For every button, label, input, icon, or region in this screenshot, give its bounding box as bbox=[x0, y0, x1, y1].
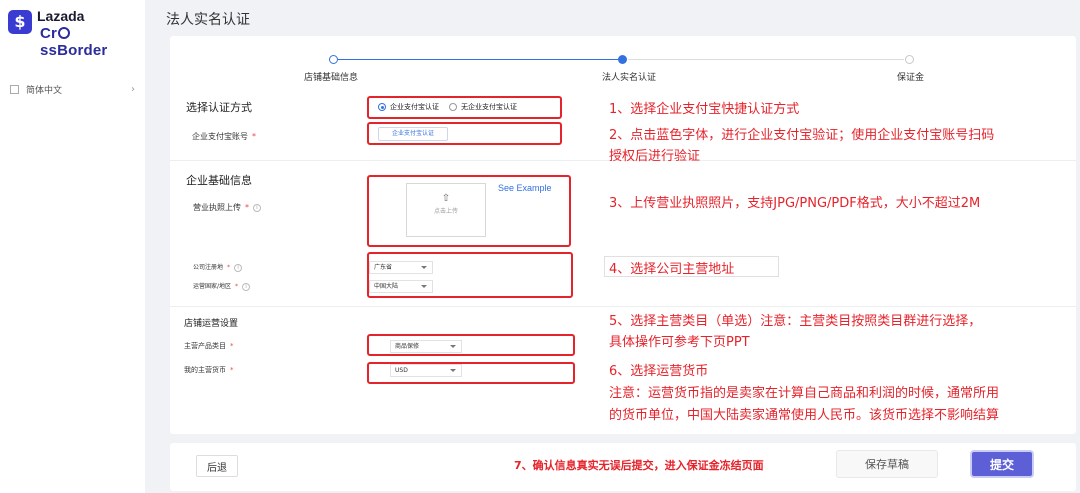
annotation-2-line2: 授权后进行验证 bbox=[609, 149, 701, 164]
language-icon bbox=[10, 84, 19, 94]
info-icon: i bbox=[242, 282, 251, 291]
license-upload-label: 营业执照上传 * i bbox=[193, 202, 261, 213]
auth-section-title: 选择认证方式 bbox=[186, 101, 252, 114]
alipay-account-label: 企业支付宝账号 * bbox=[192, 132, 256, 141]
progress-stepper: 店铺基础信息 法人实名认证 保证金 bbox=[170, 52, 1076, 88]
annotation-5-line1: 5、选择主营类目（单选）注意：主营类目按照类目群进行选择， bbox=[609, 314, 982, 329]
save-draft-button[interactable]: 保存草稿 bbox=[836, 450, 938, 478]
step-label-deposit: 保证金 bbox=[897, 73, 925, 83]
lazada-badge-icon: $ bbox=[8, 10, 32, 34]
highlight-box-2 bbox=[367, 122, 562, 145]
annotation-7: 7、确认信息真实无误后提交，进入保证金冻结页面 bbox=[514, 459, 764, 472]
step-dot-current bbox=[618, 55, 627, 64]
annotation-3: 3、上传营业执照照片，支持JPG/PNG/PDF格式，大小不超过2M bbox=[609, 196, 981, 211]
annotation-1: 1、选择企业支付宝快捷认证方式 bbox=[609, 102, 800, 117]
info-icon: i bbox=[253, 203, 261, 212]
sidebar-item-language[interactable]: 简体中文 › bbox=[10, 80, 135, 98]
step-dot-pending bbox=[905, 55, 914, 64]
sidebar-item-label: 简体中文 bbox=[26, 85, 63, 96]
annotation-6-line3: 的货币单位，中国大陆卖家通常使用人民币。该货币选择不影响结算 bbox=[609, 408, 1000, 423]
info-icon: i bbox=[234, 263, 243, 272]
step-dot-done bbox=[329, 55, 338, 64]
highlight-box-1 bbox=[367, 96, 562, 119]
highlight-box-3 bbox=[367, 175, 571, 247]
highlight-box-4 bbox=[367, 252, 573, 298]
company-section-title: 企业基础信息 bbox=[186, 174, 252, 187]
divider bbox=[170, 306, 1076, 307]
currency-label: 我的主营货币 * bbox=[184, 366, 234, 374]
logo-sub-text: CrssBorder bbox=[40, 25, 108, 59]
submit-button[interactable]: 提交 bbox=[970, 450, 1034, 478]
lazada-crossborder-logo[interactable]: $ Lazada CrssBorder bbox=[8, 8, 138, 59]
op-region-label: 运营国家/地区 * i bbox=[193, 281, 251, 291]
step-connector bbox=[628, 59, 904, 60]
highlight-box-5 bbox=[367, 334, 575, 356]
step-label-legal-auth: 法人实名认证 bbox=[602, 73, 657, 83]
reg-place-label: 公司注册地 * i bbox=[193, 262, 243, 272]
step-connector bbox=[338, 59, 620, 60]
back-button[interactable]: 后退 bbox=[196, 455, 238, 477]
annotation-6-line1: 6、选择运营货币 bbox=[609, 364, 709, 379]
sidebar: $ Lazada CrssBorder 简体中文 › bbox=[0, 0, 145, 493]
page-title: 法人实名认证 bbox=[166, 12, 250, 28]
store-section-title: 店铺运营设置 bbox=[184, 319, 239, 329]
highlight-box-6 bbox=[367, 362, 575, 384]
annotation-5-line2: 具体操作可参考下页PPT bbox=[609, 335, 750, 350]
annotation-2-line1: 2、点击蓝色字体，进行企业支付宝验证；使用企业支付宝账号扫码 bbox=[609, 128, 995, 143]
logo-brand-text: Lazada bbox=[37, 8, 85, 24]
chevron-right-icon: › bbox=[131, 83, 135, 95]
step-label-store-info: 店铺基础信息 bbox=[304, 73, 359, 83]
category-label: 主营产品类目 * bbox=[184, 342, 234, 350]
annotation-6-line2: 注意：运营货币指的是卖家在计算自己商品和利润的时候，通常所用 bbox=[609, 386, 1000, 401]
annotation-4: 4、选择公司主营地址 bbox=[609, 262, 735, 277]
